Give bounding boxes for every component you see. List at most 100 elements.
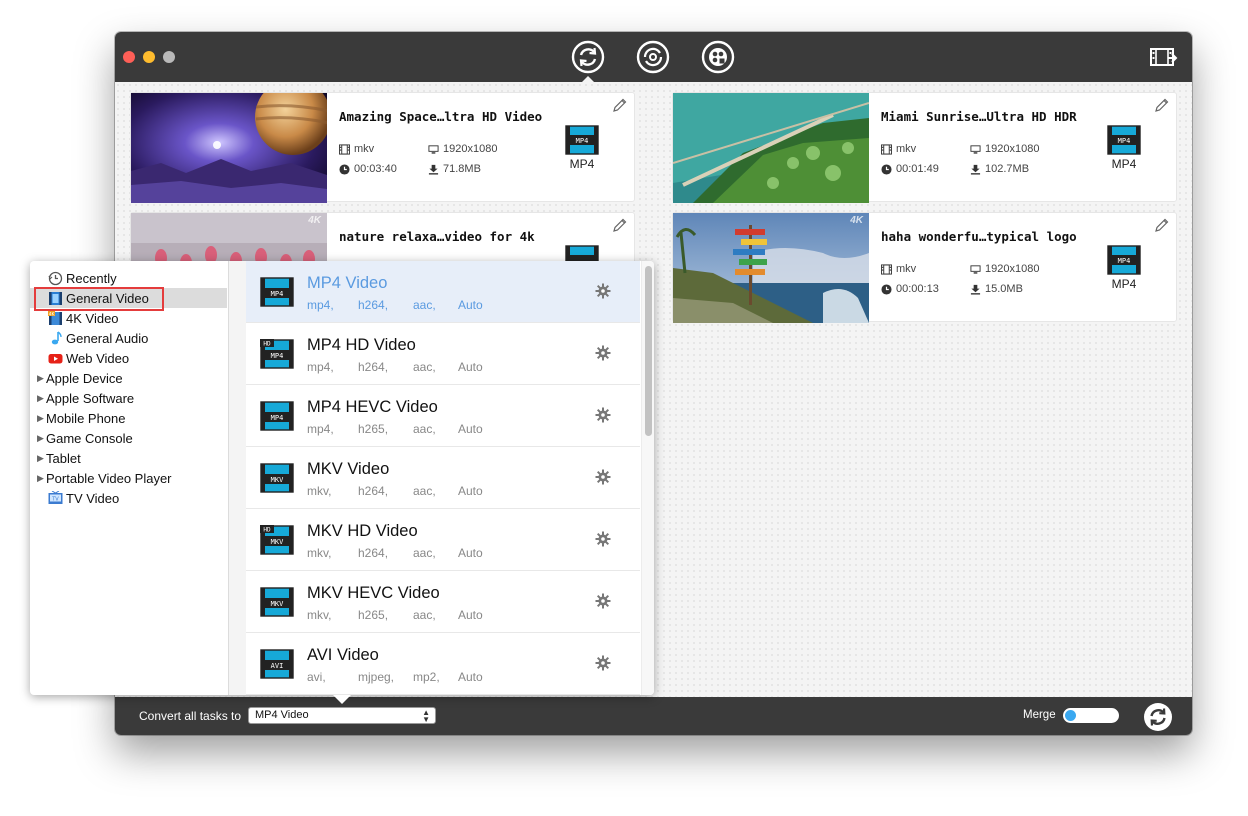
svg-text:MP4: MP4 <box>1118 137 1131 145</box>
mp4-format-icon: MP4 <box>260 401 294 431</box>
convert-start-button[interactable] <box>1143 702 1173 732</box>
edit-pencil-icon[interactable] <box>1154 97 1170 113</box>
download-icon <box>970 164 981 175</box>
minimize-window-button[interactable] <box>143 51 155 63</box>
film-strip-icon[interactable] <box>1150 46 1178 68</box>
4k-badge: 4K <box>850 215 863 226</box>
svg-text:MKV: MKV <box>271 538 284 546</box>
category-apple-software[interactable]: ▶ Apple Software <box>30 388 227 408</box>
edit-pencil-icon[interactable] <box>1154 217 1170 233</box>
preset-row[interactable]: MKV HD MKV HD Video mkv, h264, aac, Auto <box>246 509 640 571</box>
gear-icon[interactable] <box>595 593 611 609</box>
format-picker-popup: Recently General Video 4K 4K Video Gener… <box>30 261 654 695</box>
svg-text:MP4: MP4 <box>1118 257 1131 265</box>
expand-triangle-icon[interactable]: ▶ <box>37 453 44 464</box>
convert-icon[interactable] <box>571 40 605 74</box>
select-arrows-icon: ▲ ▼ <box>422 708 430 724</box>
4k-film-icon: 4K <box>48 310 62 325</box>
category-apple-device[interactable]: ▶ Apple Device <box>30 368 227 388</box>
convert-all-select[interactable]: MP4 Video ▲ ▼ <box>248 707 436 724</box>
preset-row[interactable]: MKV MKV HEVC Video mkv, h265, aac, Auto <box>246 571 640 633</box>
task-card[interactable]: Amazing Space…ltra HD Video mkv 1920x108… <box>130 92 635 203</box>
source-resolution: 1920x1080 <box>970 263 1039 275</box>
popup-caret <box>333 695 351 704</box>
expand-triangle-icon[interactable]: ▶ <box>37 393 44 404</box>
toolbox-icon[interactable] <box>701 40 735 74</box>
preset-audio-codec: aac, <box>413 360 436 374</box>
edit-pencil-icon[interactable] <box>612 97 628 113</box>
category-general-audio[interactable]: General Audio <box>30 328 227 348</box>
task-title: Amazing Space…ltra HD Video <box>339 109 543 124</box>
preset-name: MKV HEVC Video <box>307 584 440 602</box>
preset-container: mkv, <box>307 546 332 560</box>
gear-icon[interactable] <box>595 469 611 485</box>
preset-row[interactable]: MP4 HD MP4 HD Video mp4, h264, aac, Auto <box>246 323 640 385</box>
target-format-button[interactable]: MP4 MP4 <box>563 125 601 171</box>
target-format-button[interactable]: MP4 MP4 <box>1105 245 1143 291</box>
category-game-console[interactable]: ▶ Game Console <box>30 428 227 448</box>
gear-icon[interactable] <box>595 345 611 361</box>
source-duration: 00:01:49 <box>881 163 939 175</box>
preset-row[interactable]: MP4 MP4 HEVC Video mp4, h265, aac, Auto <box>246 385 640 447</box>
task-card[interactable]: 4K haha wonderfu…typical logo mkv 1920x1… <box>672 212 1177 323</box>
merge-toggle[interactable] <box>1063 708 1119 723</box>
svg-text:MKV: MKV <box>271 600 284 608</box>
expand-triangle-icon[interactable]: ▶ <box>37 413 44 424</box>
clock-icon <box>339 164 350 175</box>
preset-video-codec: h264, <box>358 484 389 498</box>
preset-container: mp4, <box>307 298 334 312</box>
monitor-icon <box>428 144 439 155</box>
preset-container: mkv, <box>307 484 332 498</box>
preset-row[interactable]: MP4 MP4 Video mp4, h264, aac, Auto <box>246 261 640 323</box>
preset-quality: Auto <box>458 360 483 374</box>
category-tv-video[interactable]: TV TV Video <box>30 488 227 508</box>
gear-icon[interactable] <box>595 283 611 299</box>
clock-icon <box>881 164 892 175</box>
preset-quality: Auto <box>458 546 483 560</box>
preset-video-codec: h265, <box>358 422 389 436</box>
preset-list-scrollbar[interactable] <box>641 261 654 695</box>
preset-name: MP4 HEVC Video <box>307 398 438 416</box>
task-card[interactable]: Miami Sunrise…Ultra HD HDR mkv 1920x1080… <box>672 92 1177 203</box>
scrollbar-thumb[interactable] <box>645 266 652 436</box>
preset-row[interactable]: MKV MKV Video mkv, h264, aac, Auto <box>246 447 640 509</box>
category-4k-video[interactable]: 4K 4K Video <box>30 308 227 328</box>
expand-triangle-icon[interactable]: ▶ <box>37 373 44 384</box>
category-recently[interactable]: Recently <box>30 268 227 288</box>
close-window-button[interactable] <box>123 51 135 63</box>
gear-icon[interactable] <box>595 655 611 671</box>
preset-video-codec: h264, <box>358 546 389 560</box>
category-tablet[interactable]: ▶ Tablet <box>30 448 227 468</box>
convert-all-value: MP4 Video <box>255 709 309 721</box>
mkv-format-icon: MKVHD <box>260 525 294 555</box>
svg-text:HD: HD <box>263 341 271 348</box>
clock-icon <box>881 284 892 295</box>
preset-container: mkv, <box>307 608 332 622</box>
source-duration: 00:00:13 <box>881 283 939 295</box>
svg-text:HD: HD <box>263 527 271 534</box>
svg-text:MP4: MP4 <box>271 414 284 422</box>
category-mobile-phone[interactable]: ▶ Mobile Phone <box>30 408 227 428</box>
expand-triangle-icon[interactable]: ▶ <box>37 473 44 484</box>
rotate-edit-icon[interactable] <box>636 40 670 74</box>
mkv-format-icon: MKV <box>260 463 294 493</box>
gear-icon[interactable] <box>595 407 611 423</box>
title-bar <box>115 32 1192 82</box>
video-thumbnail: 4K <box>673 213 869 323</box>
preset-row[interactable]: AVI AVI Video avi, mjpeg, mp2, Auto <box>246 633 640 695</box>
preset-name: MP4 HD Video <box>307 336 416 354</box>
category-portable-video-player[interactable]: ▶ Portable Video Player <box>30 468 227 488</box>
edit-pencil-icon[interactable] <box>612 217 628 233</box>
source-format: mkv <box>881 263 916 275</box>
expand-triangle-icon[interactable]: ▶ <box>37 433 44 444</box>
preset-name: MP4 Video <box>307 274 388 292</box>
preset-quality: Auto <box>458 608 483 622</box>
source-duration: 00:03:40 <box>339 163 397 175</box>
category-web-video[interactable]: Web Video <box>30 348 227 368</box>
source-size: 102.7MB <box>970 163 1029 175</box>
zoom-window-button[interactable] <box>163 51 175 63</box>
preset-audio-codec: aac, <box>413 546 436 560</box>
preset-audio-codec: aac, <box>413 298 436 312</box>
target-format-button[interactable]: MP4 MP4 <box>1105 125 1143 171</box>
gear-icon[interactable] <box>595 531 611 547</box>
